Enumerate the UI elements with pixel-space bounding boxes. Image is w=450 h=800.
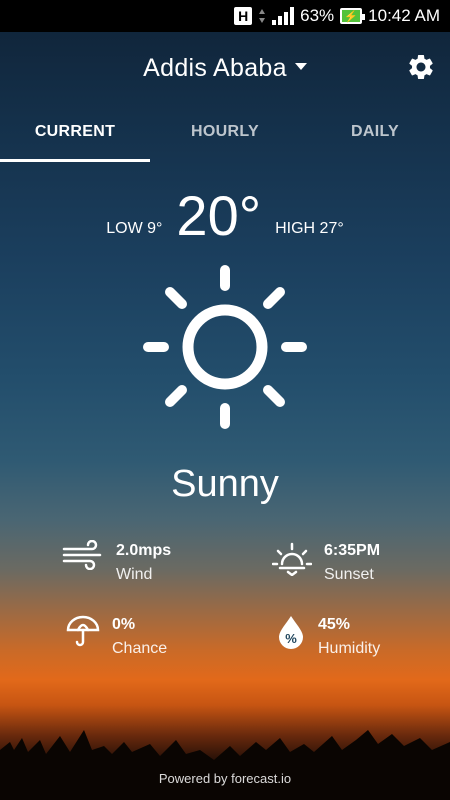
current-temp: 20° [176,184,262,247]
humidity-label: Humidity [318,640,381,657]
humidity-drop-icon: % [279,616,303,649]
weather-screen: H 63% ⚡ 10:42 AM Addis Ababa CURRENT HOU… [0,0,450,800]
wind-detail: 2.0mps Wind [62,540,171,588]
data-arrows-icon [259,9,266,23]
sunset-value: 6:35PM [324,542,381,559]
low-temp: LOW 9° [106,220,163,237]
battery-percent: 63% [300,6,335,25]
gear-icon[interactable] [406,52,436,82]
wind-label: Wind [116,566,153,583]
chance-value: 0% [112,616,136,633]
chance-detail: 0% Chance [66,614,167,662]
high-temp: HIGH 27° [275,220,344,237]
battery-icon: ⚡ [340,8,366,24]
chance-label: Chance [112,640,168,657]
status-bar: H 63% ⚡ 10:42 AM [0,0,450,32]
signal-icon [272,7,295,25]
humidity-detail: % 45% Humidity [276,614,380,662]
sun-icon [143,265,307,429]
humidity-value: 45% [318,616,351,633]
tab-current[interactable]: CURRENT [0,112,150,162]
temperature-row: LOW 9° 20° HIGH 27° [0,188,450,244]
network-badge: H [234,7,253,25]
chevron-down-icon [294,62,307,70]
powered-by[interactable]: Powered by forecast.io [0,771,450,786]
sunset-icon [272,542,312,576]
tab-daily[interactable]: DAILY [300,112,450,162]
city-name: Addis Ababa [143,54,287,82]
wind-value: 2.0mps [116,542,172,559]
city-selector[interactable]: Addis Ababa [0,54,450,83]
condition-text: Sunny [171,463,279,505]
sunset-detail: 6:35PM Sunset [272,540,380,588]
umbrella-icon [66,615,100,647]
status-time: 10:42 AM [368,6,440,25]
tab-bar: CURRENT HOURLY DAILY [0,112,450,162]
tab-hourly[interactable]: HOURLY [150,112,300,162]
svg-text:%: % [285,631,297,646]
sunset-label: Sunset [324,566,374,583]
wind-icon [62,540,102,570]
